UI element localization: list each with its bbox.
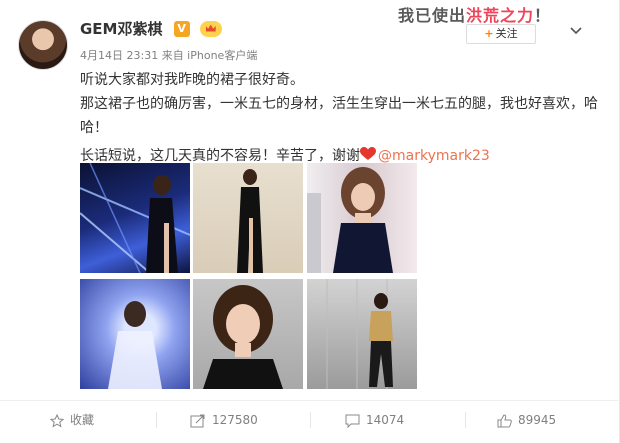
thumbs-up-icon (497, 413, 512, 427)
stamp-highlight: 洪荒之力 (466, 6, 535, 25)
post-meta[interactable]: 4月14日 23:31 来自 iPhone客户端 (80, 47, 257, 63)
stamp-suffix: ！ (534, 6, 552, 25)
photo-2-art (237, 169, 263, 273)
comment-button[interactable]: 14074 (345, 410, 404, 430)
photo-5-art (203, 285, 283, 389)
star-icon (50, 413, 64, 428)
follow-label: 关注 (495, 27, 518, 40)
photo-3[interactable] (307, 163, 417, 273)
comment-icon (345, 414, 360, 428)
post-line-2: 那这裙子也的确厉害，一米五七的身材，活生生穿出一米七五的腿，我也好喜欢，哈哈！ (80, 96, 598, 136)
weibo-post-card: 我已使出洪荒之力！ GEM邓紫棋 V 4月14日 23:31 来自 iPhone… (0, 0, 620, 443)
repost-icon (190, 414, 205, 427)
post-line-1: 听说大家都对我昨晚的裙子很好奇。 (80, 72, 304, 88)
watermark-stamp: 我已使出洪荒之力！ (398, 2, 551, 26)
avatar[interactable] (18, 20, 68, 70)
like-button[interactable]: 89945 (497, 410, 556, 430)
photo-1[interactable] (80, 163, 190, 273)
repost-count: 127580 (212, 413, 258, 427)
post-header: GEM邓紫棋 V 4月14日 23:31 来自 iPhone客户端 (80, 18, 257, 63)
photo-1-art (80, 163, 190, 273)
photo-4-art (108, 301, 162, 389)
photo-2[interactable] (193, 163, 303, 273)
photo-5[interactable] (193, 279, 303, 389)
plus-icon: + (484, 27, 494, 40)
post-line-3-text: 长话短说，这几天真的不容易！辛苦了，谢谢 (80, 148, 360, 164)
mention-link[interactable]: @markymark23 (378, 148, 490, 164)
repost-button[interactable]: 127580 (190, 410, 258, 430)
photo-grid (80, 163, 420, 389)
heart-icon (360, 147, 376, 160)
divider (310, 412, 311, 428)
photo-6[interactable] (307, 279, 417, 389)
favorite-button[interactable]: 收藏 (50, 410, 94, 430)
comment-count: 14074 (366, 413, 405, 427)
photo-6-art (326, 279, 393, 389)
photo-3-art (307, 167, 393, 273)
user-name[interactable]: GEM邓紫棋 (80, 18, 163, 39)
like-count: 89945 (518, 413, 557, 427)
stamp-prefix: 我已使出 (398, 6, 467, 25)
divider (156, 412, 157, 428)
favorite-label: 收藏 (70, 413, 95, 427)
verified-badge-icon[interactable]: V (173, 20, 190, 37)
divider (465, 412, 466, 428)
follow-button[interactable]: + 关注 (466, 24, 536, 44)
chevron-down-icon[interactable] (567, 22, 585, 40)
photo-4[interactable] (80, 279, 190, 389)
action-bar: 收藏 127580 14074 89945 (0, 400, 620, 440)
post-text: 听说大家都对我昨晚的裙子很好奇。 那这裙子也的确厉害，一米五七的身材，活生生穿出… (80, 68, 600, 168)
crown-badge-icon[interactable] (199, 20, 222, 37)
